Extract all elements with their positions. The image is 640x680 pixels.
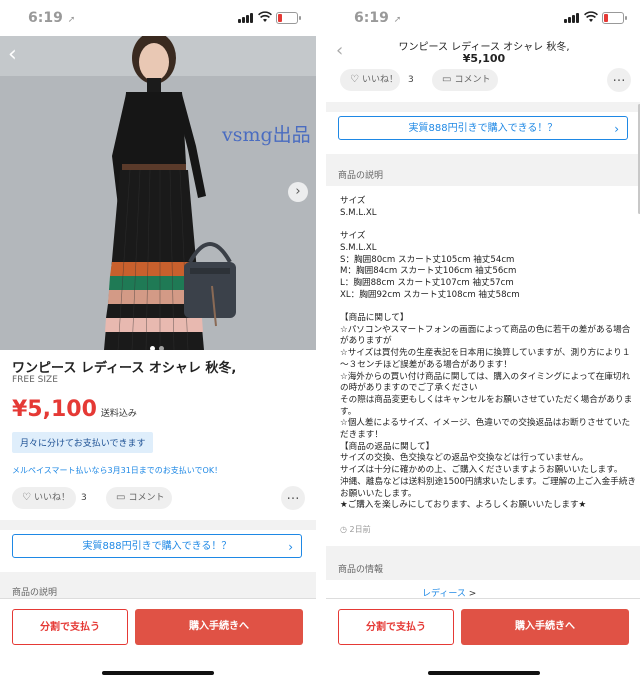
signal-icon [564,13,580,23]
status-bar: 6:19 ➚ [326,0,640,36]
like-count: 3 [81,493,87,503]
like-label: いいね！ [361,75,398,85]
like-count: 3 [408,75,414,85]
watermark-text: vsmg出品 [222,124,311,146]
description-body: サイズ S.M.L.XL サイズ S.M.L.XL S：胸囲80cm スカート丈… [340,196,637,511]
like-label: いいね！ [33,493,70,503]
comment-label: コメント [454,75,491,85]
wifi-icon [258,11,272,22]
battery-icon [602,12,627,24]
divider [0,520,316,530]
discount-cta[interactable]: 実質888円引きで購入できる！？ › [12,534,302,558]
comment-button[interactable]: ▭ コメント [106,487,172,509]
description-heading: 商品の説明 [12,588,58,598]
divider [326,102,640,112]
purchase-button[interactable]: 購入手続きへ [461,609,629,645]
home-indicator [428,671,540,675]
time-text: 6:19 [354,10,389,26]
installment-badge[interactable]: 月々に分けてお支払いできます [12,432,154,453]
signal-icon [238,13,254,23]
purchase-footer: 分割で支払う 購入手続きへ [326,598,640,680]
clock-icon: ◷ [340,525,347,534]
merpay-promo-link[interactable]: メルペイスマート払いなら3月31日までのお支払いでOK！ [12,465,222,476]
product-image[interactable]: ‹ vsmg出品 › [0,36,316,350]
posted-text: 2日前 [349,525,371,534]
purchase-button[interactable]: 購入手続きへ [135,609,303,645]
discount-cta[interactable]: 実質888円引きで購入できる！？ › [338,116,628,140]
cta-label: 実質888円引きで購入できる！？ [82,541,232,552]
home-indicator [102,671,214,675]
header-price: ¥5,100 [462,52,506,65]
posted-time: ◷ 2日前 [340,524,371,535]
chevron-right-icon[interactable]: › [288,182,308,202]
product-price: ¥5,100 送料込み [12,397,137,422]
gutter [316,0,326,680]
like-button[interactable]: ♡ いいね！ [12,487,76,509]
info-heading: 商品の情報 [338,565,384,575]
chevron-right-icon: › [614,122,619,136]
more-options-button[interactable]: … [607,68,631,92]
speech-bubble-icon: ▭ [116,492,126,503]
split-payment-button[interactable]: 分割で支払う [338,609,454,645]
description-heading: 商品の説明 [338,171,384,181]
shipping-included: 送料込み [100,409,137,419]
status-time: 6:19 ➚ [354,10,401,26]
product-title: ワンピース レディース オシャレ 秋冬, [12,361,237,376]
carousel-dots [150,336,168,350]
right-screen: 6:19 ➚ ‹ ワンピース レディース オシャレ 秋冬, ¥5,100 ♡ いい… [326,0,640,680]
left-screen: 6:19 ➚ ‹ vsmg出品 › ワンピース レディース オシャレ 秋冬, F… [0,0,316,680]
purchase-footer: 分割で支払う 購入手続きへ [0,598,316,680]
split-payment-button[interactable]: 分割で支払う [12,609,128,645]
chevron-right-icon: › [288,540,293,554]
comment-label: コメント [128,493,165,503]
product-size: FREE SIZE [12,375,58,385]
speech-bubble-icon: ▭ [442,74,452,85]
wifi-icon [584,11,598,22]
sticky-header: ‹ ワンピース レディース オシャレ 秋冬, ¥5,100 [326,36,640,70]
location-icon: ➚ [67,15,76,25]
comment-button[interactable]: ▭ コメント [432,69,498,91]
header-title: ワンピース レディース オシャレ 秋冬, [398,42,570,53]
location-icon: ➚ [393,15,402,25]
back-icon[interactable]: ‹ [8,42,17,67]
heart-icon: ♡ [22,492,31,503]
product-photo [0,36,316,350]
more-options-button[interactable]: … [281,486,305,510]
like-button[interactable]: ♡ いいね！ [340,69,400,91]
heart-icon: ♡ [350,74,359,85]
status-time: 6:19 ➚ [28,10,75,26]
battery-icon [276,12,301,24]
cta-label: 実質888円引きで購入できる！？ [408,123,558,134]
price-value: ¥5,100 [12,397,97,422]
time-text: 6:19 [28,10,63,26]
status-bar: 6:19 ➚ [0,0,316,36]
